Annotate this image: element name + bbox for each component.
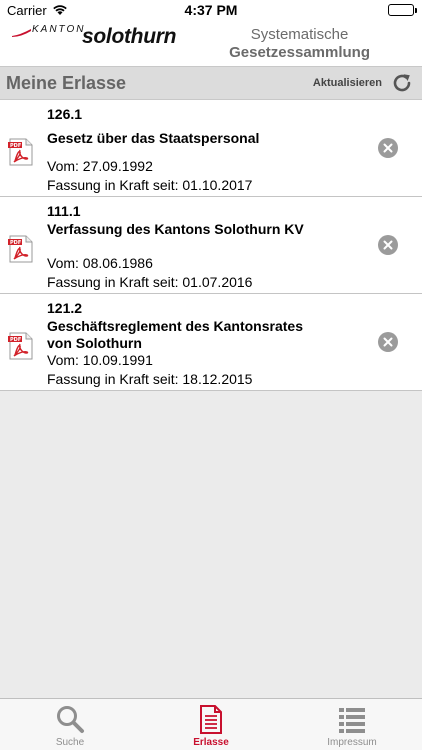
document-icon — [196, 704, 226, 734]
delete-button[interactable] — [378, 138, 398, 158]
battery-icon — [388, 4, 417, 16]
logo-swoosh-icon — [12, 29, 31, 37]
svg-text:PDF: PDF — [10, 337, 21, 343]
list-item[interactable]: PDF 126.1 Gesetz über das Staatspersonal… — [0, 100, 422, 197]
tab-label: Impressum — [327, 737, 377, 748]
item-effective-date: Fassung in Kraft seit: 01.10.2017 — [47, 177, 253, 193]
item-date: Vom: 08.06.1986 — [47, 255, 153, 271]
tab-label: Erlasse — [193, 737, 229, 748]
item-number: 121.2 — [47, 300, 83, 316]
item-title: Geschäftsreglement des Kantonsrates von … — [47, 318, 303, 351]
tab-label: Suche — [55, 737, 85, 748]
subtitle-line2: Gesetzessammlung — [229, 44, 370, 61]
svg-text:PDF: PDF — [10, 143, 21, 149]
list-item[interactable]: PDF 121.2 Geschäftsreglement des Kantons… — [0, 294, 422, 391]
logo-prefix: KANTON — [32, 24, 86, 35]
tab-erlasse[interactable]: Erlasse — [141, 699, 281, 750]
subtitle-line1: Systematische — [250, 26, 349, 43]
app-subtitle: Systematische Gesetzessammlung — [229, 26, 370, 61]
item-date: Vom: 10.09.1991 — [47, 352, 153, 368]
tab-suche[interactable]: Suche — [0, 699, 140, 750]
item-title: Gesetz über das Staatspersonal — [47, 130, 260, 146]
close-icon — [383, 143, 393, 153]
tab-bar: Suche Erlasse Impressum — [0, 698, 422, 750]
clock: 4:37 PM — [184, 2, 238, 18]
svg-text:PDF: PDF — [10, 240, 21, 246]
item-number: 126.1 — [47, 106, 83, 122]
section-header: Meine Erlasse Aktualisieren — [0, 66, 422, 100]
list-icon — [337, 704, 367, 734]
pdf-icon: PDF — [8, 138, 34, 166]
pdf-icon: PDF — [8, 332, 34, 360]
close-icon — [383, 240, 393, 250]
page-title: Meine Erlasse — [6, 73, 127, 93]
item-effective-date: Fassung in Kraft seit: 18.12.2015 — [47, 371, 253, 387]
app-header: KANTON solothurn Systematische Gesetzess… — [0, 20, 422, 66]
item-number: 111.1 — [47, 203, 81, 219]
refresh-label[interactable]: Aktualisieren — [313, 77, 382, 89]
tab-impressum[interactable]: Impressum — [282, 699, 422, 750]
close-icon — [383, 337, 393, 347]
kanton-solothurn-logo: KANTON solothurn — [12, 22, 192, 62]
status-bar: Carrier 4:37 PM — [0, 0, 422, 20]
item-effective-date: Fassung in Kraft seit: 01.07.2016 — [47, 274, 253, 290]
item-date: Vom: 27.09.1992 — [47, 158, 153, 174]
delete-button[interactable] — [378, 235, 398, 255]
delete-button[interactable] — [378, 332, 398, 352]
erlasse-list: PDF 126.1 Gesetz über das Staatspersonal… — [0, 100, 422, 391]
search-icon — [55, 704, 85, 734]
refresh-icon[interactable] — [390, 71, 414, 95]
item-title: Verfassung des Kantons Solothurn KV — [47, 221, 304, 237]
pdf-icon: PDF — [8, 235, 34, 263]
logo-name: solothurn — [82, 25, 177, 48]
list-item[interactable]: PDF 111.1 Verfassung des Kantons Solothu… — [0, 197, 422, 294]
